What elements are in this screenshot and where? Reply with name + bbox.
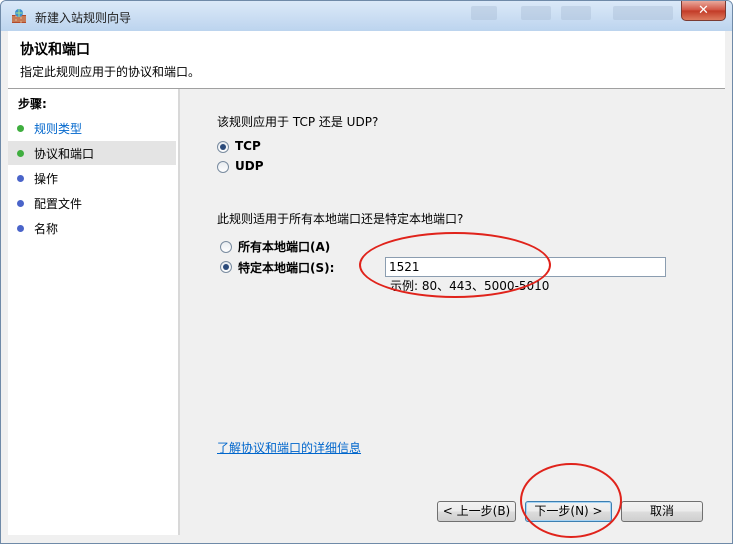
step-rule-type[interactable]: 规则类型 — [8, 116, 176, 140]
step-label: 名称 — [34, 222, 59, 236]
firewall-icon — [12, 9, 26, 23]
specific-ports-label[interactable]: 特定本地端口(S): — [238, 259, 334, 276]
steps-title: 步骤: — [18, 97, 47, 111]
close-button[interactable]: ✕ — [681, 1, 726, 21]
step-action: 操作 — [8, 166, 176, 190]
page-title: 协议和端口 — [20, 42, 90, 58]
blurred-caption-button — [561, 6, 591, 20]
window-title: 新建入站规则向导 — [35, 11, 132, 25]
step-label: 协议和端口 — [34, 147, 95, 161]
blurred-caption-button — [521, 6, 551, 20]
back-button[interactable]: < 上一步(B) — [437, 501, 516, 522]
cancel-button[interactable]: 取消 — [621, 501, 703, 522]
tcp-radio[interactable] — [217, 141, 229, 153]
step-bullet-icon — [17, 125, 24, 132]
close-icon: ✕ — [698, 3, 709, 18]
red-annotation-ellipse — [359, 232, 551, 298]
red-annotation-ellipse — [520, 463, 622, 538]
wizard-header: 协议和端口 指定此规则应用于的协议和端口。 — [8, 31, 725, 89]
step-bullet-icon — [17, 225, 24, 232]
pane-divider — [178, 89, 180, 535]
steps-pane: 步骤: 规则类型 协议和端口 操作 配置文件 名称 — [8, 89, 178, 535]
step-bullet-icon — [17, 175, 24, 182]
step-label: 配置文件 — [34, 197, 83, 211]
step-bullet-icon — [17, 150, 24, 157]
step-label: 操作 — [34, 172, 59, 186]
page-subtitle: 指定此规则应用于的协议和端口。 — [20, 65, 201, 79]
blurred-caption-button — [471, 6, 497, 20]
step-protocol-and-ports[interactable]: 协议和端口 — [8, 141, 176, 165]
all-ports-radio[interactable] — [220, 241, 232, 253]
tcp-label[interactable]: TCP — [235, 139, 261, 153]
protocol-question: 该规则应用于 TCP 还是 UDP? — [217, 115, 379, 129]
udp-radio[interactable] — [217, 161, 229, 173]
step-bullet-icon — [17, 200, 24, 207]
specific-ports-radio[interactable] — [220, 261, 232, 273]
title-bar: 新建入站规则向导 ✕ — [1, 1, 732, 31]
step-label: 规则类型 — [34, 122, 83, 136]
step-profile: 配置文件 — [8, 191, 176, 215]
blurred-caption-button — [613, 6, 673, 20]
ports-question: 此规则适用于所有本地端口还是特定本地端口? — [217, 212, 464, 226]
udp-label[interactable]: UDP — [235, 159, 264, 173]
all-ports-label[interactable]: 所有本地端口(A) — [238, 238, 330, 255]
step-name: 名称 — [8, 216, 176, 240]
learn-more-link[interactable]: 了解协议和端口的详细信息 — [217, 439, 361, 456]
